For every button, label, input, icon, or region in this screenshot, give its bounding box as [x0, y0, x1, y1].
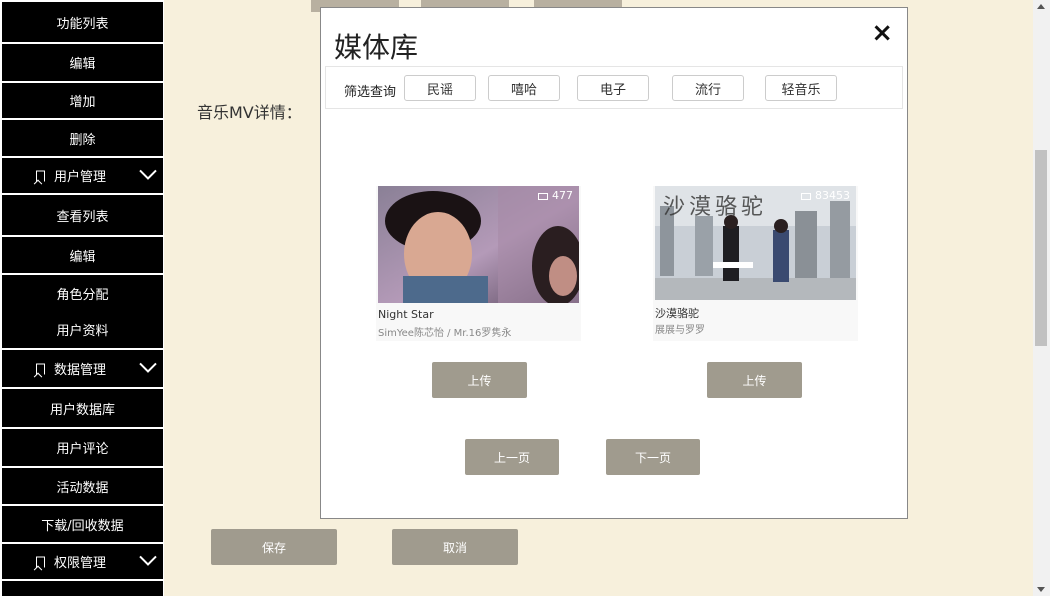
sidebar-item-label: 角色分配 — [56, 287, 109, 303]
bookmark-icon — [36, 556, 45, 567]
filter-chip-pop[interactable]: 流行 — [672, 75, 744, 101]
prev-page-button[interactable]: 上一页 — [465, 439, 559, 475]
sidebar-item-label: 编辑 — [69, 249, 96, 265]
sidebar-item-label: 增加 — [69, 95, 96, 110]
chevron-down-icon[interactable] — [139, 169, 157, 180]
video-title: Night Star — [378, 308, 434, 321]
video-thumbnail-image — [378, 186, 579, 303]
bookmark-icon — [36, 170, 45, 181]
sidebar-item-label: 用户数据库 — [49, 402, 115, 418]
sidebar-group-data-management[interactable]: 数据管理 — [2, 350, 163, 387]
sidebar-item-view-list[interactable]: 查看列表 — [2, 195, 163, 235]
mv-detail-label: 音乐MV详情： — [197, 103, 302, 122]
sidebar-group-label: 用户管理 — [54, 170, 107, 185]
sidebar-item-edit-user[interactable]: 编辑 — [2, 237, 163, 273]
sidebar-item-download-data[interactable]: 下载/回收数据 — [2, 506, 163, 542]
sidebar-item-role-assignment[interactable]: 角色分配 — [2, 275, 163, 311]
view-count: 477 — [538, 189, 573, 202]
next-page-button[interactable]: 下一页 — [606, 439, 700, 475]
view-count: 83453 — [801, 189, 850, 202]
sidebar-item-user-comments[interactable]: 用户评论 — [2, 429, 163, 466]
sidebar-item-edit[interactable]: 编辑 — [2, 44, 163, 81]
sidebar-group-label: 权限管理 — [54, 556, 107, 571]
video-card[interactable]: 477 Night Star SimYee陈芯怡 / Mr.16罗隽永 — [376, 186, 581, 341]
save-button[interactable]: 保存 — [211, 529, 337, 565]
sidebar-item-activity-data[interactable]: 活动数据 — [2, 468, 163, 504]
close-icon[interactable]: × — [871, 20, 893, 46]
sidebar-group-label: 数据管理 — [54, 363, 107, 378]
video-card[interactable]: 沙漠骆驼 83453 沙漠骆驼 展展与罗罗 — [653, 186, 858, 341]
sidebar-item-partial[interactable] — [2, 581, 163, 596]
scroll-down-icon[interactable] — [1037, 587, 1045, 592]
video-icon — [538, 192, 548, 200]
sidebar-item-user-profile[interactable]: 用户资料 — [2, 311, 163, 348]
sidebar-item-label: 查看列表 — [56, 209, 109, 225]
filter-chip-electronic[interactable]: 电子 — [577, 75, 649, 101]
video-thumbnail[interactable]: 沙漠骆驼 83453 — [655, 186, 856, 300]
upload-button[interactable]: 上传 — [707, 362, 802, 398]
sidebar-item-user-database[interactable]: 用户数据库 — [2, 389, 163, 427]
sidebar-group-permission-management[interactable]: 权限管理 — [2, 544, 163, 579]
scroll-up-icon[interactable] — [1037, 4, 1045, 9]
video-icon — [801, 192, 811, 200]
sidebar-item-label: 活动数据 — [56, 480, 109, 496]
upload-button[interactable]: 上传 — [432, 362, 527, 398]
sidebar-item-function-list[interactable]: 功能列表 — [2, 2, 163, 42]
chevron-down-icon[interactable] — [139, 555, 157, 566]
video-title: 沙漠骆驼 — [655, 307, 699, 320]
video-artist: 展展与罗罗 — [655, 325, 705, 336]
filter-chip-hiphop[interactable]: 嘻哈 — [488, 75, 560, 101]
video-artist: SimYee陈芯怡 / Mr.16罗隽永 — [378, 328, 512, 339]
sidebar-item-label: 功能列表 — [56, 16, 109, 32]
media-library-modal: 媒体库 × 筛选查询 民谣 嘻哈 电子 流行 轻音乐 477 Night Sta… — [320, 7, 908, 519]
chevron-down-icon[interactable] — [139, 362, 157, 373]
sidebar-item-label: 编辑 — [69, 57, 96, 72]
sidebar-item-label: 用户评论 — [56, 442, 109, 457]
cancel-button[interactable]: 取消 — [392, 529, 518, 565]
thumbnail-overlay-text: 沙漠骆驼 — [663, 195, 768, 220]
vertical-scrollbar[interactable] — [1033, 0, 1050, 596]
modal-title: 媒体库 — [334, 31, 419, 64]
sidebar-item-delete[interactable]: 删除 — [2, 120, 163, 156]
video-thumbnail[interactable]: 477 — [378, 186, 579, 303]
sidebar: 功能列表 编辑 增加 删除 用户管理 查看列表 编辑 角色分配 用户资料 数据管… — [0, 0, 164, 596]
scroll-thumb[interactable] — [1035, 150, 1047, 346]
filter-label: 筛选查询 — [344, 85, 397, 100]
sidebar-group-user-management[interactable]: 用户管理 — [2, 158, 163, 193]
sidebar-item-add[interactable]: 增加 — [2, 83, 163, 118]
filter-bar: 筛选查询 民谣 嘻哈 电子 流行 轻音乐 — [325, 66, 903, 109]
sidebar-item-label: 用户资料 — [56, 324, 109, 339]
sidebar-item-label: 删除 — [69, 132, 96, 148]
sidebar-item-label: 下载/回收数据 — [41, 518, 124, 534]
bookmark-icon — [36, 363, 45, 374]
filter-chip-folk[interactable]: 民谣 — [404, 75, 476, 101]
filter-chip-light-music[interactable]: 轻音乐 — [765, 75, 837, 101]
